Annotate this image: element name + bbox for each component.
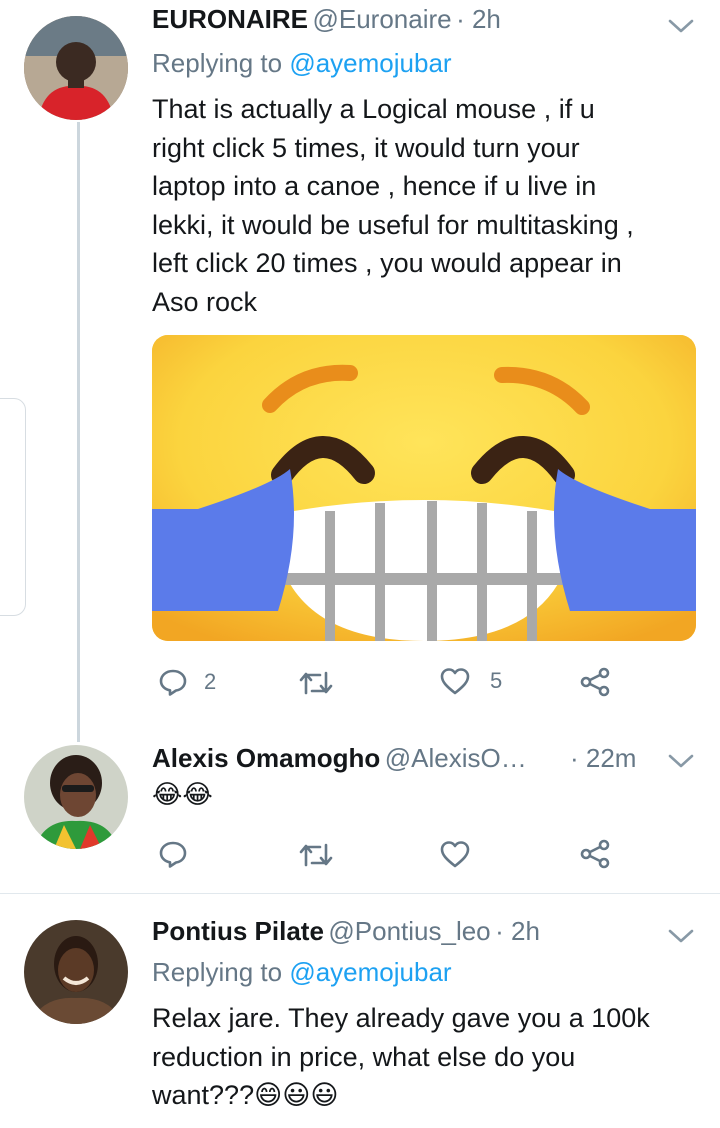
retweet-icon	[299, 671, 333, 695]
heart-icon	[440, 841, 470, 868]
tweet-text: That is actually a Logical mouse , if u …	[152, 94, 634, 317]
tweet-time[interactable]: · 2h	[495, 916, 540, 946]
reply-to-link[interactable]: @ayemojubar	[289, 957, 451, 987]
author-handle[interactable]: @Euronaire	[312, 4, 451, 34]
avatar[interactable]	[24, 920, 128, 1024]
author-handle[interactable]: @Pontius_leo	[328, 916, 490, 946]
retweet-icon	[299, 843, 333, 867]
avatar-image	[24, 920, 128, 1024]
share-icon	[580, 839, 610, 869]
retweet-button[interactable]	[298, 669, 334, 697]
reply-button[interactable]	[158, 839, 188, 869]
chevron-down-icon[interactable]	[666, 751, 696, 771]
reply-icon	[159, 669, 187, 696]
tweet-text: Relax jare. They already gave you a 100k…	[152, 1003, 650, 1110]
chevron-down-icon[interactable]	[666, 926, 696, 946]
face-with-tears-of-joy-emoji	[152, 335, 696, 641]
author-name[interactable]: Alexis Omamogho	[152, 743, 380, 773]
side-card-edge	[0, 398, 26, 616]
like-button[interactable]: 5	[440, 667, 502, 695]
reply-icon	[159, 841, 187, 868]
tweet-media[interactable]	[152, 335, 696, 641]
reply-to-link[interactable]: @ayemojubar	[289, 48, 451, 78]
tweet-divider	[0, 893, 720, 894]
tweet-time[interactable]: · 2h	[456, 4, 501, 34]
author-name[interactable]: Pontius Pilate	[152, 916, 324, 946]
like-button[interactable]	[440, 840, 470, 868]
avatar-image	[24, 745, 128, 849]
replying-to: Replying to @ayemojubar	[152, 957, 452, 987]
avatar[interactable]	[24, 16, 128, 120]
like-count: 5	[490, 668, 503, 693]
avatar-image	[24, 16, 128, 120]
replying-to: Replying to @ayemojubar	[152, 48, 452, 78]
author-handle[interactable]: @AlexisO…	[385, 743, 527, 773]
chevron-down-icon[interactable]	[666, 16, 696, 36]
tweet-time[interactable]: · 22m	[570, 743, 636, 774]
avatar[interactable]	[24, 745, 128, 849]
reply-count: 2	[204, 669, 217, 694]
reply-button[interactable]: 2	[158, 667, 216, 697]
heart-icon	[440, 668, 470, 695]
author-name[interactable]: EURONAIRE	[152, 4, 308, 34]
share-button[interactable]	[580, 839, 610, 869]
tweet-text: 😂😂	[152, 780, 213, 810]
thread-line	[77, 122, 80, 742]
share-button[interactable]	[580, 667, 610, 697]
retweet-button[interactable]	[298, 841, 334, 869]
share-icon	[580, 667, 610, 697]
